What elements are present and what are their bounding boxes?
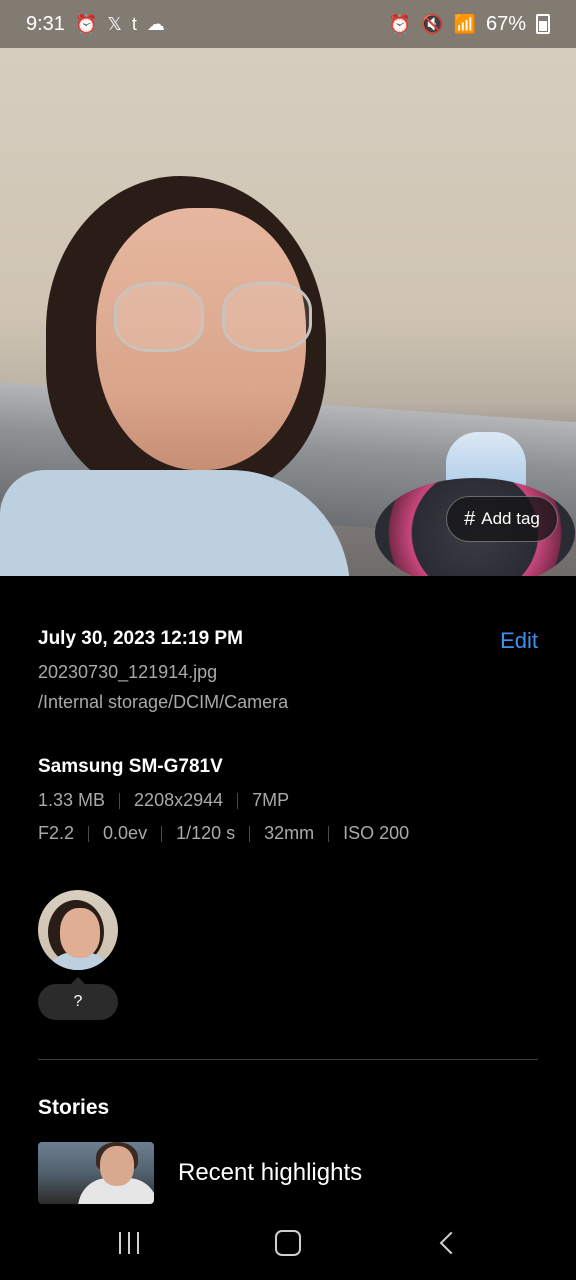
- add-tag-button[interactable]: # Add tag: [446, 496, 558, 542]
- photo-date: July 30, 2023 12:19 PM: [38, 628, 243, 649]
- person-chip[interactable]: ?: [38, 890, 118, 1020]
- navigation-bar: [0, 1206, 576, 1280]
- image-resolution: 2208x2944: [134, 790, 224, 810]
- device-name: Samsung SM-G781V: [38, 756, 223, 777]
- photo-glasses-left: [114, 282, 204, 352]
- back-icon: [439, 1231, 462, 1255]
- section-divider: [38, 1059, 538, 1060]
- edit-button[interactable]: Edit: [500, 628, 538, 654]
- cloud-icon: ☁: [146, 14, 165, 34]
- photo-filename: 20230730_121914.jpg: [38, 662, 218, 682]
- divider: [328, 825, 330, 842]
- wifi-icon: 📶: [453, 14, 476, 34]
- divider: [237, 792, 239, 809]
- home-button[interactable]: [258, 1213, 318, 1273]
- tumblr-icon: t: [131, 14, 137, 34]
- photo-path: /Internal storage/DCIM/Camera: [38, 692, 289, 712]
- aperture: F2.2: [38, 823, 75, 843]
- divider: [88, 825, 90, 842]
- status-time: 9:31: [26, 12, 65, 35]
- hashtag-icon: #: [464, 507, 476, 530]
- alarm-icon: ⏰: [74, 14, 98, 34]
- divider: [249, 825, 251, 842]
- stories-title: Stories: [38, 1096, 110, 1119]
- file-size: 1.33 MB: [38, 790, 106, 810]
- divider: [161, 825, 163, 842]
- story-label[interactable]: Recent highlights: [178, 1159, 362, 1187]
- focal-length: 32mm: [264, 823, 315, 843]
- story-thumbnail[interactable]: [38, 1142, 154, 1204]
- exposure: 0.0ev: [103, 823, 148, 843]
- back-button[interactable]: [417, 1213, 477, 1273]
- photo-preview[interactable]: # Add tag: [0, 0, 576, 576]
- megapixels: 7MP: [252, 790, 290, 810]
- thumb-face: [100, 1146, 134, 1186]
- story-item[interactable]: Recent highlights: [38, 1140, 538, 1206]
- camera-specs-row: F2.2 0.0ev 1/120 s 32mm ISO 200: [38, 823, 538, 844]
- recents-button[interactable]: [99, 1213, 159, 1273]
- divider: [119, 792, 121, 809]
- recents-icon: [119, 1232, 140, 1254]
- device-info: Samsung SM-G781V 1.33 MB 2208x2944 7MP F…: [38, 756, 538, 844]
- add-tag-label: Add tag: [481, 509, 540, 528]
- avatar-face: [60, 908, 100, 958]
- status-bar: 9:31 ⏰ 𝕏 t ☁ ⏰ 🔇 📶 67%: [0, 0, 576, 48]
- person-avatar[interactable]: [38, 890, 118, 970]
- battery-icon: [536, 14, 550, 34]
- iso: ISO 200: [343, 823, 410, 843]
- x-icon: 𝕏: [107, 14, 122, 34]
- file-specs-row: 1.33 MB 2208x2944 7MP: [38, 790, 538, 811]
- battery-percent: 67%: [485, 12, 526, 35]
- shutter-speed: 1/120 s: [176, 823, 236, 843]
- photo-glasses-right: [222, 282, 312, 352]
- person-name-button[interactable]: ?: [38, 977, 118, 1020]
- mute-icon: 🔇: [421, 14, 444, 34]
- alarm-icon: ⏰: [388, 14, 412, 34]
- home-icon: [274, 1230, 301, 1256]
